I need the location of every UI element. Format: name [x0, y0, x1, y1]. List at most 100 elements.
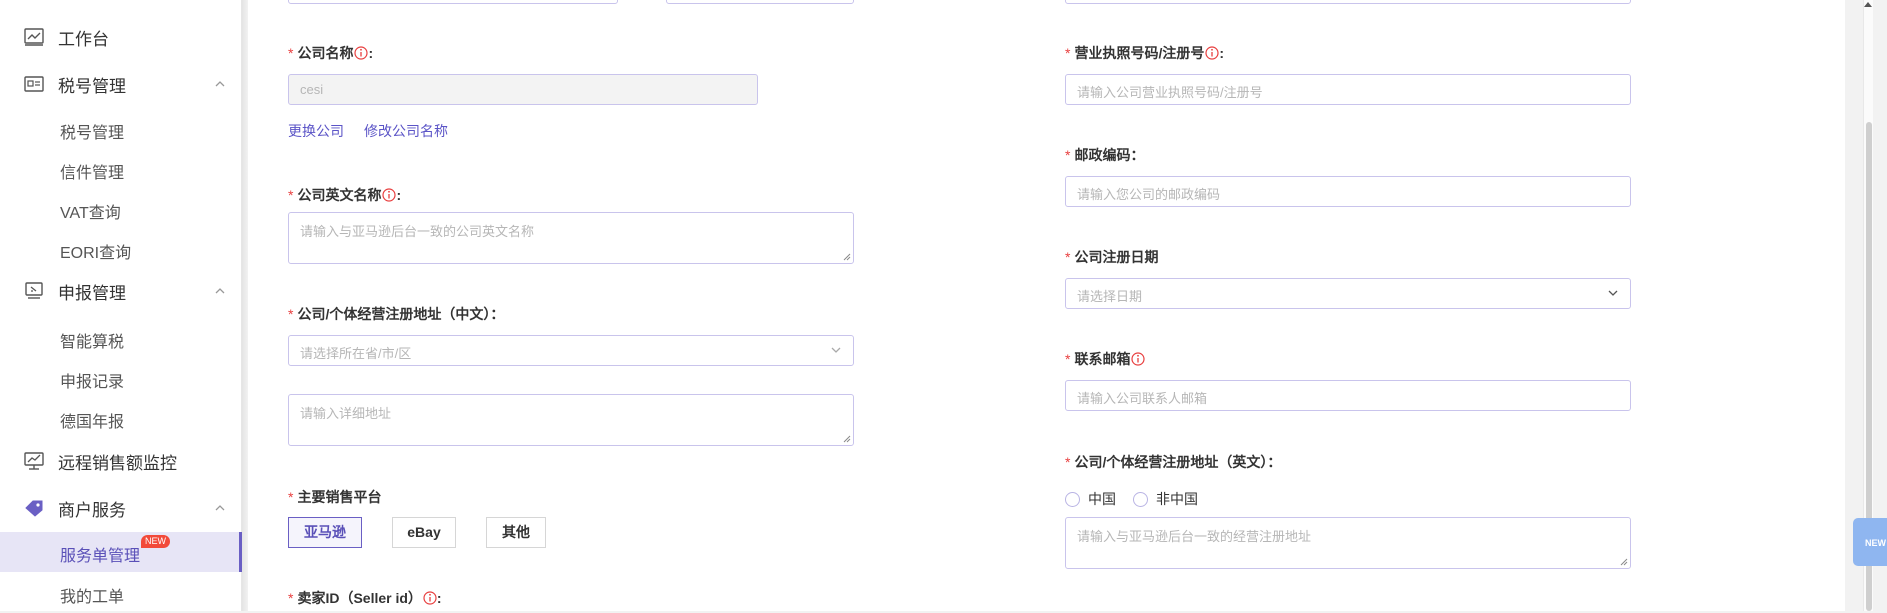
- chevron-up-icon: [215, 288, 225, 294]
- sidebar-item-label: 服务单管理: [60, 548, 141, 565]
- email-label-text: 联系邮箱: [1074, 351, 1131, 367]
- sidebar-group-label: 税号管理: [58, 76, 126, 96]
- sidebar-group-declare[interactable]: 申报管理: [0, 271, 242, 311]
- label-colon: :: [436, 590, 442, 606]
- sidebar-item-tax-mgmt[interactable]: 税号管理: [0, 109, 242, 149]
- reg-date-picker[interactable]: 请选择日期: [1065, 278, 1631, 309]
- company-en-name-textarea[interactable]: 请输入与亚马逊后台一致的公司英文名称: [288, 212, 854, 264]
- address-cn-label-text: 公司/个体经营注册地址（中文）：: [297, 306, 505, 322]
- radio-circle[interactable]: [1065, 491, 1080, 507]
- required-mark: *: [288, 45, 294, 61]
- email-input[interactable]: 请输入公司联系人邮箱: [1065, 380, 1631, 411]
- new-badge: NEW: [141, 535, 170, 548]
- monitor-icon: [25, 282, 43, 299]
- sidebar-item-label: 我的工单: [60, 589, 125, 606]
- sidebar-item-germany[interactable]: 德国年报: [0, 398, 242, 438]
- info-icon[interactable]: [1205, 46, 1219, 60]
- radio-china[interactable]: 中国: [1065, 489, 1116, 509]
- id-card-icon: [24, 76, 44, 92]
- tag-icon: [25, 500, 43, 517]
- address-en-label-text: 公司/个体经营注册地址（英文）：: [1074, 454, 1282, 470]
- scroll-up-arrow-icon[interactable]: [1864, 2, 1872, 7]
- required-mark: *: [1065, 147, 1071, 163]
- change-company-link[interactable]: 更换公司: [288, 121, 344, 141]
- floating-new-button[interactable]: NEW: [1853, 518, 1887, 566]
- company-name-label: * 公司名称:: [288, 43, 373, 63]
- rename-company-link[interactable]: 修改公司名称: [364, 121, 448, 141]
- company-en-name-label-text: 公司英文名称: [297, 187, 382, 203]
- line-chart-icon: [24, 28, 44, 46]
- company-name-label-text: 公司名称: [297, 45, 354, 61]
- sidebar-item-label: 信件管理: [60, 165, 125, 182]
- monitor-chart-icon: [24, 452, 44, 470]
- label-colon: :: [368, 45, 374, 61]
- sidebar-item-label: 税号管理: [60, 125, 125, 142]
- postal-code-label-text: 邮政编码：: [1074, 147, 1145, 163]
- radio-china-label: 中国: [1088, 491, 1116, 507]
- required-mark: *: [288, 489, 294, 505]
- sidebar-group-tax[interactable]: 税号管理: [0, 64, 242, 104]
- chevron-down-icon: [831, 347, 841, 353]
- sidebar-item-letters[interactable]: 信件管理: [0, 149, 242, 189]
- prev-input-right[interactable]: [1065, 0, 1631, 4]
- sidebar-item-label: EORI查询: [60, 245, 132, 262]
- platform-label: * 主要销售平台: [288, 487, 381, 507]
- main-content: * 公司名称: cesi 更换公司 修改公司名称 * 公司英文名称: 请输入与亚马逊…: [248, 0, 1845, 611]
- sidebar-item-records[interactable]: 申报记录: [0, 358, 242, 398]
- required-mark: *: [1065, 249, 1071, 265]
- required-mark: *: [1065, 45, 1071, 61]
- reg-date-label-text: 公司注册日期: [1074, 249, 1159, 265]
- address-cn-detail-textarea[interactable]: 请输入详细地址: [288, 394, 854, 446]
- resize-grip-icon[interactable]: [843, 253, 851, 261]
- required-mark: *: [1065, 351, 1071, 367]
- postal-code-placeholder: 请输入您公司的邮政编码: [1077, 187, 1221, 202]
- sidebar-item-eori[interactable]: EORI查询: [0, 229, 242, 269]
- postal-code-label: * 邮政编码：: [1065, 145, 1144, 165]
- floating-new-label: NEW: [1865, 538, 1886, 548]
- sidebar-item-my-tickets[interactable]: 我的工单: [0, 573, 242, 613]
- address-cn-detail-placeholder: 请输入详细地址: [300, 406, 392, 421]
- email-label: * 联系邮箱: [1065, 349, 1146, 369]
- required-mark: *: [1065, 454, 1071, 470]
- platform-amazon-button[interactable]: 亚马逊: [288, 517, 362, 548]
- info-icon[interactable]: [354, 46, 369, 60]
- prev-input-mid[interactable]: [666, 0, 854, 4]
- address-cn-select[interactable]: 请选择所在省/市/区: [288, 335, 854, 366]
- info-icon[interactable]: [1131, 352, 1146, 366]
- sidebar-item-service-orders[interactable]: 服务单管理 NEW: [0, 532, 242, 572]
- company-name-input[interactable]: cesi: [288, 74, 758, 105]
- sidebar: 工作台 税号管理 税号管理 信件管理 VAT查询 EORI查询 申报管理 智能算…: [0, 0, 242, 611]
- radio-non-china[interactable]: 非中国: [1133, 489, 1198, 509]
- address-en-placeholder: 请输入与亚马逊后台一致的经营注册地址: [1077, 529, 1312, 544]
- company-en-name-placeholder: 请输入与亚马逊后台一致的公司英文名称: [300, 224, 535, 239]
- label-colon: :: [396, 187, 402, 203]
- license-no-input[interactable]: 请输入公司营业执照号码/注册号: [1065, 74, 1631, 105]
- address-en-label: * 公司/个体经营注册地址（英文）：: [1065, 452, 1281, 472]
- sidebar-item-smart-tax[interactable]: 智能算税: [0, 318, 242, 358]
- address-cn-label: * 公司/个体经营注册地址（中文）：: [288, 304, 504, 324]
- sidebar-group-workbench[interactable]: 工作台: [0, 17, 242, 57]
- resize-grip-icon[interactable]: [843, 435, 851, 443]
- company-en-name-label: * 公司英文名称:: [288, 185, 401, 205]
- platform-other-button[interactable]: 其他: [486, 517, 546, 548]
- sidebar-item-vat[interactable]: VAT查询: [0, 189, 242, 229]
- prev-input-left[interactable]: [288, 0, 618, 4]
- info-icon[interactable]: [382, 188, 397, 202]
- label-colon: :: [1219, 45, 1225, 61]
- platform-label-text: 主要销售平台: [297, 489, 382, 505]
- platform-ebay-button[interactable]: eBay: [392, 517, 456, 548]
- sidebar-group-label: 商户服务: [58, 500, 126, 520]
- address-en-textarea[interactable]: 请输入与亚马逊后台一致的经营注册地址: [1065, 517, 1631, 569]
- license-no-label: * 营业执照号码/注册号:: [1065, 43, 1224, 63]
- radio-circle[interactable]: [1133, 491, 1148, 507]
- chevron-up-icon: [215, 505, 225, 511]
- sidebar-group-merchant[interactable]: 商户服务: [0, 488, 242, 528]
- required-mark: *: [288, 306, 294, 322]
- sidebar-group-remote[interactable]: 远程销售额监控: [0, 441, 242, 481]
- resize-grip-icon[interactable]: [1620, 558, 1628, 566]
- postal-code-input[interactable]: 请输入您公司的邮政编码: [1065, 176, 1631, 207]
- info-icon[interactable]: [423, 591, 437, 605]
- sidebar-group-label: 申报管理: [58, 283, 126, 303]
- company-name-value: cesi: [300, 82, 324, 97]
- sidebar-item-label: 德国年报: [60, 414, 125, 431]
